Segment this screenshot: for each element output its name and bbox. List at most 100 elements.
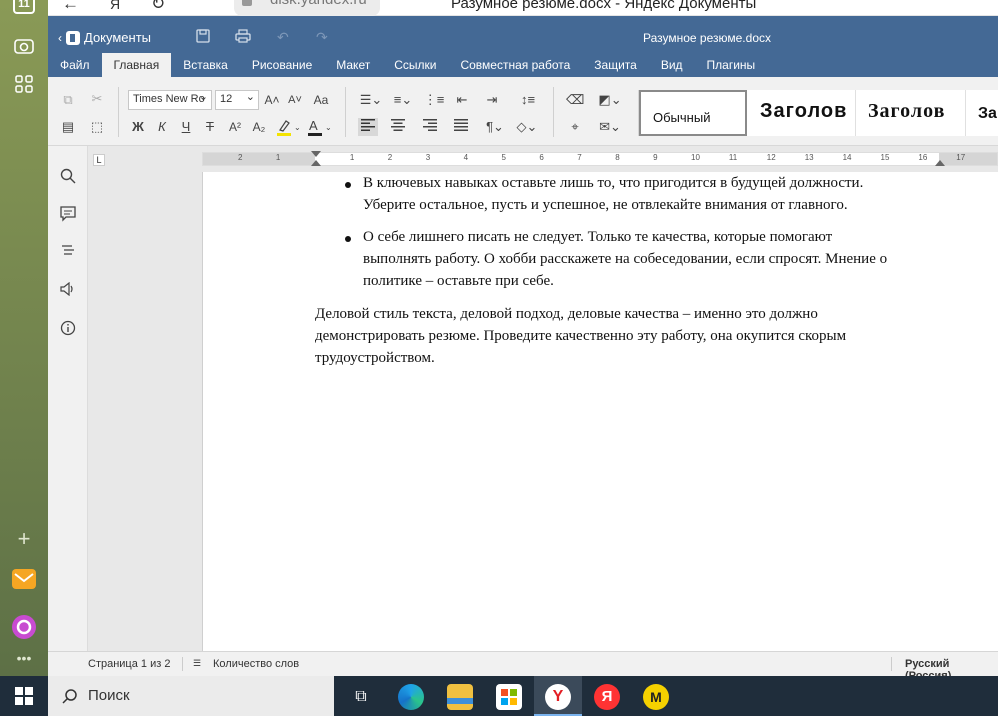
file-explorer-icon[interactable] (447, 684, 473, 710)
clear-style-icon[interactable]: ⌫ (566, 91, 584, 109)
paragraph-shading-icon[interactable]: ◇⌄ (512, 118, 542, 136)
align-left-icon[interactable] (358, 118, 378, 136)
mail-merge-icon[interactable]: ✉⌄ (596, 118, 624, 136)
ribbon-toolbar: ⧉ ✂ ▤ ⬚ Times New Ro 12 A˄ A˅ Aa Ж К Ч Т… (48, 77, 998, 146)
bullet-item-1[interactable]: В ключевых навыках оставьте лишь то, что… (363, 172, 863, 216)
comments-icon[interactable] (58, 206, 78, 226)
font-size-select[interactable]: 12 (215, 90, 259, 110)
left-indent-marker[interactable] (311, 160, 321, 166)
style-normal[interactable]: Обычный (639, 90, 747, 136)
italic-button[interactable]: К (154, 118, 170, 136)
windows-start-icon[interactable] (15, 687, 33, 710)
yandex-market-icon[interactable]: M (643, 684, 669, 710)
task-view-icon[interactable]: ⧉ (348, 684, 374, 710)
tab-draw[interactable]: Рисование (240, 53, 324, 77)
numbered-list-icon[interactable]: ≡⌄ (390, 91, 416, 109)
alice-icon[interactable] (12, 615, 36, 639)
ruler-number: 9 (653, 153, 658, 162)
color-scheme-icon[interactable]: ◩⌄ (596, 91, 624, 109)
print-icon[interactable] (235, 29, 251, 46)
multilevel-list-icon[interactable]: ⋮≡ (421, 91, 447, 109)
strikethrough-button[interactable]: Т (202, 118, 218, 136)
document-canvas[interactable]: L 2 1 1 2 3 4 5 6 7 8 9 10 11 12 13 14 15 16 17 В ключевых… (88, 146, 998, 651)
tab-plugins[interactable]: Плагины (695, 53, 768, 77)
tab-counter[interactable]: 11 (13, 0, 35, 14)
tab-file[interactable]: Файл (48, 53, 102, 77)
bold-button[interactable]: Ж (130, 118, 146, 136)
more-icon[interactable]: ••• (12, 646, 36, 670)
tab-home[interactable]: Главная (101, 53, 172, 77)
reload-icon[interactable]: ↻ (151, 0, 165, 14)
address-bar[interactable]: disk.yandex.ru (234, 0, 380, 16)
ruler-number: 14 (842, 153, 852, 162)
cut-icon[interactable]: ✂ (88, 90, 106, 108)
ruler-number: 17 (956, 153, 966, 162)
save-icon[interactable] (196, 29, 210, 46)
url-text: disk.yandex.ru (270, 0, 367, 8)
speaker-icon[interactable] (58, 281, 78, 302)
tab-stop-selector[interactable]: L (93, 154, 105, 166)
nonprinting-chars-icon[interactable]: ¶⌄ (482, 118, 508, 136)
plus-icon[interactable]: + (12, 526, 36, 551)
apps-grid-icon[interactable] (12, 72, 36, 96)
ruler-number: 11 (728, 153, 738, 162)
yandex-icon[interactable]: Я (594, 684, 620, 710)
redo-icon[interactable]: ↷ (316, 29, 328, 46)
copy-style-icon[interactable]: ⌖ (566, 118, 584, 136)
underline-button[interactable]: Ч (178, 118, 194, 136)
highlight-color-button[interactable]: ⌄ (276, 118, 301, 136)
yandex-icon[interactable]: Я (110, 0, 120, 12)
yandex-browser-taskbar-active[interactable]: Y (534, 676, 582, 716)
grow-font-button[interactable]: A˄ (263, 91, 281, 109)
body-paragraph[interactable]: Деловой стиль текста, деловой подход, де… (315, 303, 846, 369)
undo-icon[interactable]: ↶ (277, 29, 289, 46)
tab-collaboration[interactable]: Совместная работа (448, 53, 582, 77)
line-spacing-icon[interactable]: ↕≡ (514, 91, 542, 109)
taskbar-search[interactable]: Поиск (48, 676, 334, 716)
subscript-button[interactable]: A₂ (249, 118, 269, 136)
change-case-button[interactable]: Aa (308, 91, 334, 109)
search-icon[interactable] (58, 168, 78, 188)
right-indent-marker[interactable] (935, 160, 945, 166)
store-icon[interactable] (496, 684, 522, 710)
ruler-number: 13 (804, 153, 814, 162)
first-line-indent-marker[interactable] (311, 151, 321, 157)
document-page[interactable]: В ключевых навыках оставьте лишь то, что… (202, 172, 998, 651)
select-all-icon[interactable]: ⬚ (88, 118, 106, 136)
tab-insert[interactable]: Вставка (171, 53, 240, 77)
font-name-select[interactable]: Times New Ro (128, 90, 212, 110)
align-right-icon[interactable] (421, 118, 439, 136)
align-center-icon[interactable] (389, 118, 407, 136)
paste-icon[interactable]: ▤ (60, 118, 76, 136)
style-heading-1[interactable]: Заголов (747, 90, 856, 136)
ruler-number: 10 (691, 153, 700, 162)
back-arrow-icon[interactable]: ← (62, 0, 79, 14)
font-color-button[interactable]: A ⌄ (307, 118, 332, 136)
shrink-font-button[interactable]: A˅ (286, 91, 304, 109)
style-heading-3[interactable]: За (966, 90, 998, 136)
text-line: трудоустройством. (315, 350, 435, 366)
copy-icon[interactable]: ⧉ (60, 91, 76, 109)
info-icon[interactable] (58, 320, 78, 340)
increase-indent-icon[interactable]: ⇥ (483, 91, 501, 109)
bullet-list-icon[interactable]: ☰⌄ (358, 91, 384, 109)
tab-layout[interactable]: Макет (324, 53, 382, 77)
superscript-button[interactable]: A² (225, 118, 245, 136)
page-indicator[interactable]: Страница 1 из 2 (88, 658, 170, 670)
back-to-documents[interactable]: ‹ Документы (58, 30, 151, 45)
style-heading-2[interactable]: Заголов (856, 90, 966, 136)
camera-icon[interactable] (12, 34, 36, 58)
tab-references[interactable]: Ссылки (382, 53, 448, 77)
justify-icon[interactable] (452, 118, 470, 136)
mail-icon[interactable] (12, 567, 36, 591)
bullet-item-2[interactable]: О себе лишнего писать не следует. Только… (363, 226, 887, 292)
decrease-indent-icon[interactable]: ⇤ (453, 91, 471, 109)
tab-view[interactable]: Вид (649, 53, 695, 77)
tab-protection[interactable]: Защита (582, 53, 649, 77)
separator (891, 657, 892, 671)
navigation-icon[interactable] (58, 244, 78, 264)
word-count-button[interactable]: Количество слов (213, 658, 299, 670)
ruler-number: 4 (463, 153, 469, 162)
edge-icon[interactable] (398, 684, 424, 710)
horizontal-ruler[interactable]: 2 1 1 2 3 4 5 6 7 8 9 10 11 12 13 14 15 16 17 (202, 151, 998, 166)
